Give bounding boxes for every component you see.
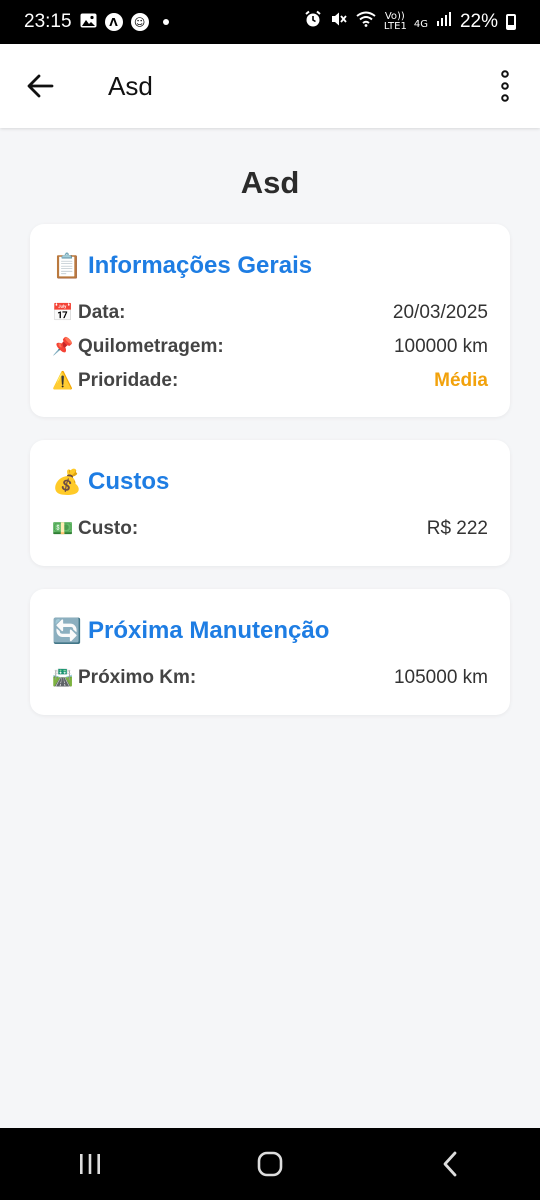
next-maintenance-card: 🔄 Próxima Manutenção 🛣️ Próximo Km: 1050…	[30, 589, 510, 715]
card-header: 📋 Informações Gerais	[52, 248, 488, 284]
app-bar: Asd	[0, 44, 540, 128]
costs-card: 💰 Custos 💵 Custo: R$ 222	[30, 440, 510, 566]
mileage-value: 100000 km	[393, 336, 488, 357]
motorway-icon: 🛣️	[52, 668, 74, 688]
date-value: 20/03/2025	[392, 302, 488, 323]
back-nav-button[interactable]	[400, 1128, 500, 1200]
row-label: 📅 Data:	[52, 302, 126, 324]
status-bar-right: Vo)) LTE1 4G 22%	[304, 10, 516, 34]
next-km-label: Próximo Km:	[78, 667, 197, 688]
home-button[interactable]	[220, 1128, 320, 1200]
more-vert-icon	[500, 70, 510, 102]
status-time: 23:15	[24, 11, 72, 32]
date-label: Data:	[78, 302, 126, 323]
status-bar: 23:15 Λ ☺ Vo)) LTE1 4G 22%	[0, 0, 540, 44]
back-button[interactable]	[0, 44, 80, 128]
card-title: Informações Gerais	[88, 252, 313, 279]
general-info-card: 📋 Informações Gerais 📅 Data: 20/03/2025 …	[30, 224, 510, 417]
card-title: Custos	[88, 468, 170, 495]
date-row: 📅 Data: 20/03/2025	[52, 296, 488, 330]
recent-apps-icon	[78, 1152, 102, 1176]
cost-row: 💵 Custo: R$ 222	[52, 512, 488, 546]
row-label: 🛣️ Próximo Km:	[52, 667, 196, 689]
status-bar-left: 23:15 Λ ☺	[24, 11, 169, 33]
priority-row: ⚠️ Prioridade: Média	[52, 364, 488, 398]
card-header: 🔄 Próxima Manutenção	[52, 613, 488, 649]
more-notifications-dot-icon	[162, 19, 169, 25]
row-label: ⚠️ Prioridade:	[52, 370, 178, 392]
main-content: Asd 📋 Informações Gerais 📅 Data: 20/03/2…	[0, 128, 540, 715]
smiley-notification-icon: ☺	[130, 13, 149, 31]
card-rows: 💵 Custo: R$ 222	[52, 512, 488, 546]
refresh-icon: 🔄	[52, 617, 82, 645]
card-header: 💰 Custos	[52, 464, 488, 500]
card-rows: 🛣️ Próximo Km: 105000 km	[52, 661, 488, 695]
mileage-label: Quilometragem:	[78, 336, 224, 357]
page-title: Asd	[240, 165, 300, 200]
cost-value: R$ 222	[426, 518, 488, 539]
home-icon	[257, 1151, 283, 1177]
chevron-left-icon	[440, 1151, 460, 1177]
row-label: 📌 Quilometragem:	[52, 336, 224, 358]
alarm-icon	[304, 10, 322, 34]
wifi-icon	[356, 11, 376, 33]
clipboard-icon: 📋	[52, 252, 82, 280]
next-km-value: 105000 km	[393, 667, 488, 688]
signal-icon	[436, 11, 452, 33]
app-notification-icon: Λ	[104, 13, 123, 31]
cost-label: Custo:	[78, 518, 139, 539]
money-bag-icon: 💰	[52, 468, 82, 496]
dollar-bill-icon: 💵	[52, 519, 74, 539]
mute-icon	[330, 10, 348, 34]
system-nav-bar	[0, 1128, 540, 1200]
battery-icon	[506, 14, 516, 30]
recent-apps-button[interactable]	[40, 1128, 140, 1200]
mileage-row: 📌 Quilometragem: 100000 km	[52, 330, 488, 364]
pushpin-icon: 📌	[52, 337, 74, 357]
priority-value: Média	[434, 370, 488, 391]
calendar-icon: 📅	[52, 303, 74, 323]
priority-label: Prioridade:	[78, 370, 179, 391]
app-bar-title: Asd	[108, 70, 153, 101]
warning-icon: ⚠️	[52, 371, 74, 391]
card-title: Próxima Manutenção	[88, 617, 330, 644]
more-options-button[interactable]	[470, 44, 540, 128]
row-label: 💵 Custo:	[52, 518, 138, 540]
battery-percent: 22%	[459, 11, 498, 32]
volte-indicator: Vo)) LTE1	[383, 11, 407, 32]
arrow-left-icon	[26, 72, 54, 100]
card-rows: 📅 Data: 20/03/2025 📌 Quilometragem: 1000…	[52, 296, 488, 398]
gallery-icon	[80, 13, 97, 32]
network-type: 4G	[413, 19, 428, 30]
next-km-row: 🛣️ Próximo Km: 105000 km	[52, 661, 488, 695]
